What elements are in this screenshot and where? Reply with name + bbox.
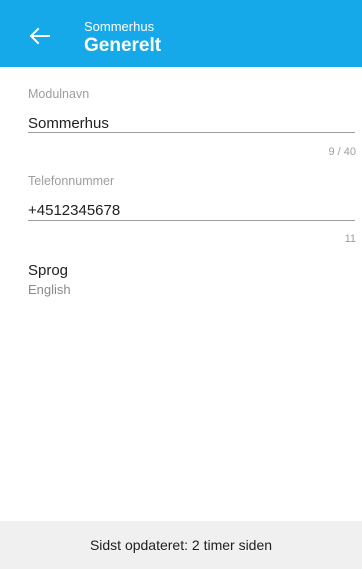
app-bar-subtitle: Sommerhus: [84, 19, 155, 34]
page-title: Generelt: [84, 35, 162, 56]
language-setting-title: Sprog: [28, 262, 69, 279]
back-button[interactable]: [26, 24, 54, 48]
last-updated-text: Sidst opdateret: 2 timer siden: [89, 537, 273, 553]
phone-number-input[interactable]: +4512345678: [28, 202, 120, 220]
phone-number-underline: [28, 220, 355, 221]
phone-number-counter: 11: [344, 233, 356, 245]
last-updated-footer: Sidst opdateret: 2 timer siden: [0, 521, 362, 569]
screen: Sommerhus Generelt Modulnavn Sommerhus 9…: [0, 0, 362, 569]
arrow-left-icon: [29, 27, 50, 45]
module-name-underline: [28, 132, 355, 133]
app-bar: Sommerhus Generelt: [0, 0, 362, 67]
module-name-label: Modulnavn: [28, 87, 90, 101]
module-name-counter: 9 / 40: [328, 146, 356, 158]
phone-number-label: Telefonnummer: [28, 174, 115, 188]
language-setting-value: English: [28, 282, 71, 297]
module-name-input[interactable]: Sommerhus: [28, 115, 109, 133]
